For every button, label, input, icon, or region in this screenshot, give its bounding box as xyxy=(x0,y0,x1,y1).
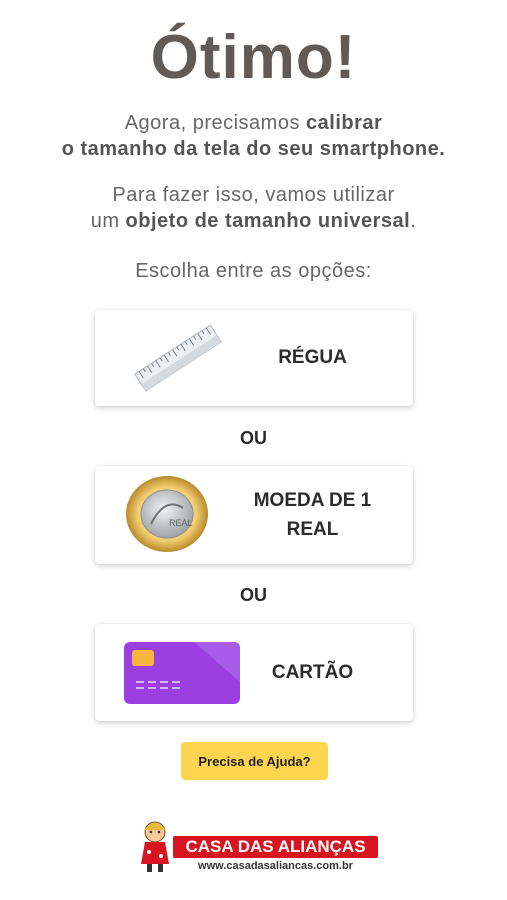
option-card-label: CARTÃO xyxy=(271,662,354,683)
svg-text:REAL: REAL xyxy=(169,518,193,528)
page-title: Ótimo! xyxy=(150,23,357,92)
explain-line2-bold: objeto de tamanho universal xyxy=(125,210,411,232)
mascot-icon xyxy=(141,821,169,872)
credit-card-icon xyxy=(124,642,240,704)
explain-line1: Para fazer isso, vamos utilizar xyxy=(112,184,395,206)
brand-url: www.casadasaliancas.com.br xyxy=(198,860,353,872)
brand-logo: CASA DAS ALIANÇAS www.casadasaliancas.co… xyxy=(133,818,383,876)
option-card-card[interactable]: CARTÃO xyxy=(95,624,413,721)
help-button[interactable]: Precisa de Ajuda? xyxy=(181,742,328,780)
option-coin-card[interactable]: REAL MOEDA DE 1 REAL xyxy=(95,466,413,564)
brand-name: CASA DAS ALIANÇAS xyxy=(185,837,366,856)
choose-prompt: Escolha entre as opções: xyxy=(135,260,372,282)
ruler-icon xyxy=(134,324,222,392)
coin-icon: REAL xyxy=(126,476,208,552)
intro-text: Agora, precisamos calibrar o tamanho da … xyxy=(0,110,507,162)
explain-text: Para fazer isso, vamos utilizar um objet… xyxy=(0,182,507,234)
separator-or-2: OU xyxy=(240,585,267,605)
option-ruler-card[interactable]: RÉGUA xyxy=(95,310,413,406)
explain-line2-c: . xyxy=(410,210,417,232)
separator-or: OU xyxy=(240,428,267,448)
option-coin-label-line2: REAL xyxy=(286,519,339,540)
option-coin-label-line1: MOEDA DE 1 xyxy=(253,490,372,511)
brand-banner: CASA DAS ALIANÇAS xyxy=(173,836,378,858)
explain-line2-a: um xyxy=(90,210,126,232)
intro-line2-bold: o tamanho da tela do seu smartphone. xyxy=(61,138,446,160)
option-coin-label: MOEDA DE 1 REAL xyxy=(230,486,395,544)
intro-line1-a: Agora, precisamos xyxy=(124,112,307,134)
option-ruler-label: RÉGUA xyxy=(278,347,347,368)
intro-line1-bold: calibrar xyxy=(306,112,383,134)
